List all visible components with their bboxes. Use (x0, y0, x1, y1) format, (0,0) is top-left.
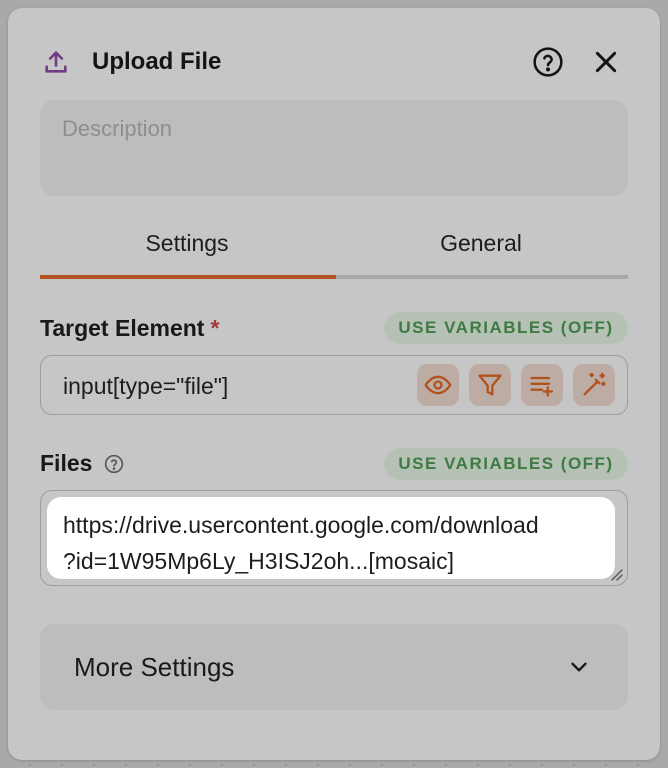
target-use-variables-toggle[interactable]: USE VARIABLES (OFF) (384, 312, 628, 344)
magic-wand-icon (583, 372, 606, 396)
files-input[interactable]: https://drive.usercontent.google.com/dow… (40, 490, 628, 586)
chevron-down-icon (571, 662, 587, 672)
files-highlight: https://drive.usercontent.google.com/dow… (47, 497, 615, 579)
tab-general[interactable]: General (334, 222, 628, 276)
filter-icon (478, 374, 502, 396)
close-icon[interactable] (590, 46, 622, 78)
help-circle-icon[interactable] (532, 46, 564, 78)
target-element-label: Target Element * (40, 314, 219, 342)
files-use-variables-toggle[interactable]: USE VARIABLES (OFF) (384, 448, 628, 480)
filter-button[interactable] (469, 364, 511, 406)
magic-selector-button[interactable] (573, 364, 615, 406)
preview-button[interactable] (417, 364, 459, 406)
resize-handle-icon[interactable] (609, 567, 623, 581)
add-to-list-button[interactable] (521, 364, 563, 406)
help-circle-icon[interactable] (104, 454, 124, 474)
target-element-input[interactable]: input[type="file"] (40, 355, 628, 415)
panel-header: Upload File (8, 8, 660, 100)
list-add-icon (530, 376, 554, 397)
more-settings-label: More Settings (74, 652, 235, 682)
more-settings-expander[interactable]: More Settings (40, 624, 628, 710)
files-label: Files (40, 450, 93, 476)
description-input[interactable] (40, 100, 628, 196)
upload-file-panel: Upload File Settings General Target Elem… (8, 8, 660, 760)
target-element-label-text: Target Element (40, 315, 205, 341)
required-mark: * (210, 315, 220, 341)
files-value-line-2: ?id=1W95Mp6Ly_H3ISJ2oh...[mosaic] (63, 548, 454, 574)
tab-settings[interactable]: Settings (40, 222, 334, 276)
target-element-value: input[type="file"] (63, 373, 229, 399)
upload-icon (45, 51, 67, 73)
eye-icon (424, 375, 452, 395)
tab-active-indicator (40, 275, 336, 279)
panel-title: Upload File (92, 48, 222, 75)
settings-tabs: Settings General (40, 222, 628, 280)
files-value-line-1: https://drive.usercontent.google.com/dow… (63, 512, 539, 538)
files-value: https://drive.usercontent.google.com/dow… (63, 507, 611, 579)
